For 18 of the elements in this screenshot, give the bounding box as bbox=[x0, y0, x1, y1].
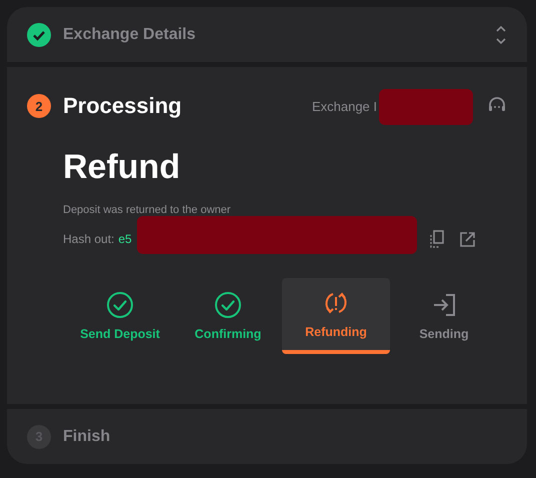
step-tab[interactable]: Sending bbox=[390, 278, 498, 354]
hash-label: Hash out: bbox=[63, 232, 114, 246]
step-tab[interactable]: Refunding bbox=[282, 278, 390, 354]
check-circle-icon bbox=[106, 291, 134, 319]
expand-collapse-icon[interactable] bbox=[495, 24, 507, 46]
step-number-badge: 2 bbox=[27, 94, 51, 118]
copy-icon[interactable] bbox=[429, 230, 445, 248]
section-title: Finish bbox=[63, 428, 110, 446]
hash-value: e5 bbox=[118, 232, 132, 246]
section-title: Processing bbox=[63, 93, 182, 119]
step-tab[interactable]: Confirming bbox=[174, 278, 282, 354]
status-heading: Refund bbox=[63, 148, 182, 187]
exchange-id-label: Exchange I bbox=[312, 98, 377, 114]
status-description: Deposit was returned to the owner bbox=[63, 204, 232, 216]
step-tab[interactable]: Send Deposit bbox=[66, 278, 174, 354]
section-title: Exchange Details bbox=[63, 26, 196, 44]
external-link-icon[interactable] bbox=[459, 230, 476, 248]
check-circle-icon bbox=[214, 291, 242, 319]
